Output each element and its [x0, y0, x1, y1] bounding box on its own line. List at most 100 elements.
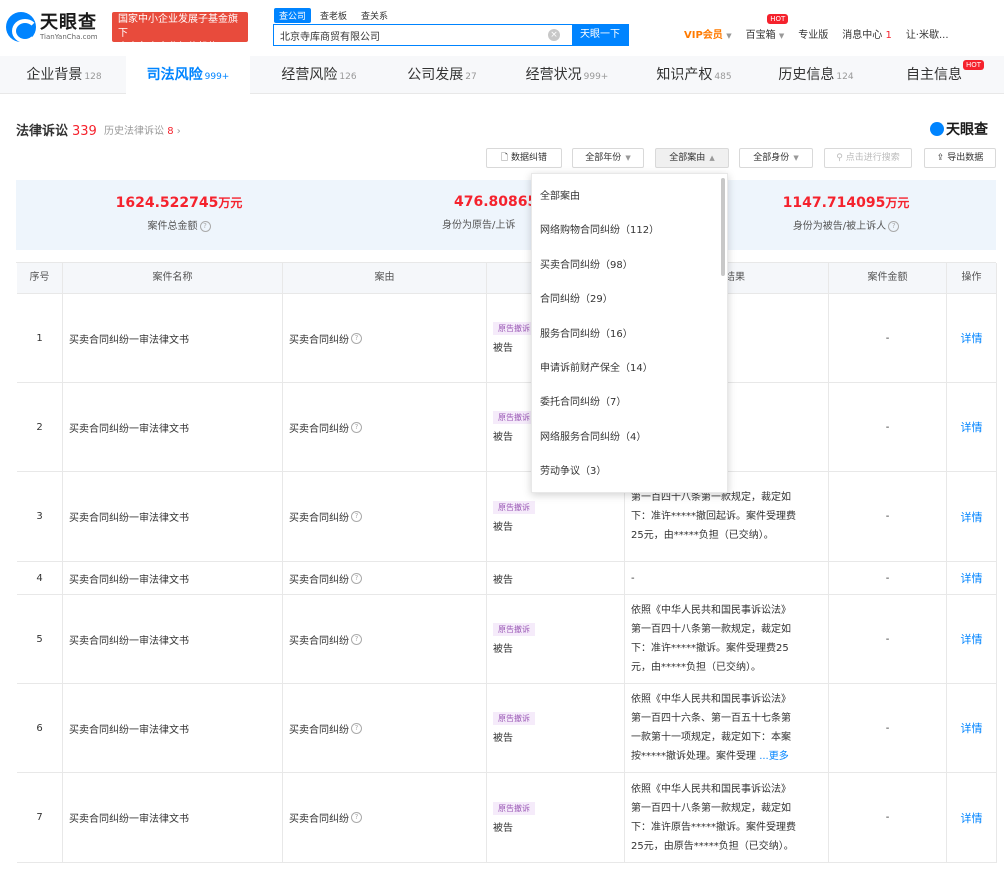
tab-judicial-risk[interactable]: 司法风险 999+: [126, 56, 250, 94]
table-row: 6 买卖合同纠纷一审法律文书 买卖合同纠纷? 原告撤诉 被告 依照《中华人民共和国民事诉讼…: [17, 684, 997, 773]
dropdown-item[interactable]: 合同纠纷（29）: [540, 290, 613, 305]
more-link[interactable]: ...更多: [759, 751, 789, 762]
cause-dropdown: 全部案由网络购物合同纠纷（112） 买卖合同纠纷（98） 合同纠纷（29） 服务合同纠…: [531, 173, 728, 493]
tab-company-background[interactable]: 企业背景 128: [14, 56, 114, 94]
status-badge: 原告撤诉: [493, 801, 535, 815]
tab-intellectual-property[interactable]: 知识产权 485: [642, 56, 746, 94]
col-case-name: 案件名称: [63, 263, 283, 293]
history-lawsuit-link[interactable]: 历史法律诉讼 8 ›: [104, 122, 181, 137]
lawsuit-table: 序号 案件名称 案由 在 结果 案件金额 操作 1买卖合同纠纷一审法律文书买卖合…: [16, 262, 997, 863]
result-line: 依照《中华人民共和国民事诉讼法》: [631, 783, 791, 795]
table-search-input[interactable]: ⚲ 点击进行搜索: [824, 148, 912, 168]
case-cause: 买卖合同纠纷?: [283, 562, 487, 594]
help-icon[interactable]: ?: [351, 722, 362, 734]
table-header: 序号 案件名称 案由 在 结果 案件金额 操作: [17, 263, 997, 294]
logo-icon: [930, 122, 944, 136]
dropdown-item[interactable]: 买卖合同纠纷（98）: [540, 256, 633, 271]
identity-filter[interactable]: 全部身份 ▼: [739, 148, 813, 168]
help-icon[interactable]: ?: [351, 511, 362, 522]
dropdown-item[interactable]: 网络服务合同纠纷（4）: [540, 428, 646, 443]
user-menu[interactable]: 让·米歇...: [906, 26, 949, 41]
case-name[interactable]: 买卖合同纠纷一审法律文书: [63, 472, 283, 561]
detail-link[interactable]: 详情: [947, 595, 997, 683]
row-no: 4: [17, 562, 63, 594]
top-header: 天眼查 TianYanCha.com 国家中小企业发展子基金旗下 官方备案企业征…: [0, 0, 1004, 56]
case-name[interactable]: 买卖合同纠纷一审法律文书: [63, 684, 283, 772]
search-tab-boss[interactable]: 查老板: [315, 8, 352, 23]
dropdown-scrollbar[interactable]: [721, 178, 725, 276]
search-input[interactable]: [274, 25, 564, 45]
search-tab-company[interactable]: 查公司: [274, 8, 312, 23]
status-badge: 原告撤诉: [493, 322, 535, 335]
result-line: 25元，由*****负担（已交纳）。: [631, 530, 774, 541]
case-cause: 买卖合同纠纷?: [283, 294, 487, 382]
header-nav: VIP会员 ▼ 百宝箱 ▼ HOT 专业版 消息中心 1 让·米歇...: [684, 14, 963, 41]
detail-link[interactable]: 详情: [947, 472, 997, 561]
case-name[interactable]: 买卖合同纠纷一审法律文书: [63, 562, 283, 594]
case-result: 依照《中华人民共和国民事诉讼法》 第一百四十八条第一款规定，裁定如 下：准许****…: [625, 595, 829, 683]
detail-link[interactable]: 详情: [947, 773, 997, 862]
case-role: 原告撤诉 被告: [487, 595, 625, 683]
result-line: 第一百四十八条第一款规定，裁定如: [631, 492, 791, 503]
detail-link[interactable]: 详情: [947, 562, 997, 594]
export-button[interactable]: ⇪ 导出数据: [924, 148, 996, 168]
tab-company-development[interactable]: 公司发展 27: [392, 56, 492, 94]
help-icon[interactable]: ?: [351, 812, 362, 823]
clear-icon[interactable]: ×: [548, 29, 560, 41]
detail-link[interactable]: 详情: [947, 684, 997, 772]
col-cause: 案由: [283, 263, 487, 293]
detail-link[interactable]: 详情: [947, 294, 997, 382]
help-icon[interactable]: ?: [351, 633, 362, 645]
dropdown-item[interactable]: 委托合同纠纷（7）: [540, 393, 626, 408]
tab-history-info[interactable]: 历史信息 124: [766, 56, 866, 94]
official-badge: 国家中小企业发展子基金旗下 官方备案企业征信机构: [112, 12, 248, 53]
search-tab-relation[interactable]: 查关系: [356, 8, 393, 23]
search-button[interactable]: 天眼一下: [572, 25, 628, 45]
dropdown-item[interactable]: 网络购物合同纠纷（112）: [540, 221, 659, 236]
baibaoxiang-link[interactable]: 百宝箱 ▼ HOT: [746, 14, 789, 41]
tab-self-info[interactable]: 自主信息 HOT: [894, 56, 984, 94]
table-row: 3 买卖合同纠纷一审法律文书 买卖合同纠纷? 原告撤诉 被告 第一百四十八条第一款规定，裁…: [17, 472, 997, 562]
result-line: 元，由*****负担（已交纳）。: [631, 662, 761, 673]
search-type-tabs: 查公司 查老板 查关系: [274, 8, 393, 23]
result-line: 第一百四十八条第一款规定，裁定如: [631, 802, 791, 814]
year-filter[interactable]: 全部年份 ▼: [572, 148, 644, 168]
chevron-down-icon: ▼: [778, 32, 785, 40]
help-icon[interactable]: ?: [351, 421, 362, 433]
tianyancha-logo[interactable]: 天眼查 TianYanCha.com: [6, 12, 98, 43]
search-icon: ⚲: [836, 153, 843, 163]
detail-link[interactable]: 详情: [947, 383, 997, 471]
case-result: -: [625, 562, 829, 594]
result-line: 依照《中华人民共和国民事诉讼法》: [631, 694, 791, 705]
message-center-link[interactable]: 消息中心 1: [842, 26, 892, 41]
dropdown-item[interactable]: 全部案由: [540, 187, 580, 202]
help-icon[interactable]: ?: [351, 332, 362, 344]
case-name[interactable]: 买卖合同纠纷一审法律文书: [63, 773, 283, 862]
tab-operation-risk[interactable]: 经营风险 126: [264, 56, 374, 94]
table-row: 1买卖合同纠纷一审法律文书买卖合同纠纷?原告撤诉被告国民事诉讼法》一百五十七条第…: [17, 294, 997, 383]
data-error-button[interactable]: 🗋 数据纠错: [486, 148, 562, 168]
table-row: 4 买卖合同纠纷一审法律文书 买卖合同纠纷? 被告 - - 详情: [17, 562, 997, 595]
dropdown-item[interactable]: 申请诉前财产保全（14）: [540, 359, 653, 374]
case-name[interactable]: 买卖合同纠纷一审法律文书: [63, 595, 283, 683]
case-name[interactable]: 买卖合同纠纷一审法律文书: [63, 383, 283, 471]
vip-link[interactable]: VIP会员 ▼: [684, 26, 732, 41]
dropdown-item[interactable]: 服务合同纠纷（16）: [540, 325, 633, 340]
col-amount: 案件金额: [829, 263, 947, 293]
result-line: 下：准许原告*****撤诉。案件受理费: [631, 821, 796, 833]
dropdown-item[interactable]: 劳动争议（3）: [540, 462, 606, 477]
result-line: 下：准许*****撤诉。案件受理费25: [631, 643, 789, 654]
result-line: 按*****撤诉处理。案件受理: [631, 751, 756, 762]
help-icon[interactable]: ?: [199, 220, 211, 232]
case-name[interactable]: 买卖合同纠纷一审法律文书: [63, 294, 283, 382]
cause-filter[interactable]: 全部案由 ▲: [655, 148, 729, 168]
help-icon[interactable]: ?: [888, 220, 900, 232]
help-icon[interactable]: ?: [351, 572, 362, 584]
status-badge: 原告撤诉: [493, 411, 535, 424]
result-line: 第一百四十六条、第一百五十七条第: [631, 713, 791, 724]
pro-link[interactable]: 专业版: [798, 26, 828, 41]
hot-badge: HOT: [767, 14, 789, 24]
table-row: 5 买卖合同纠纷一审法律文书 买卖合同纠纷? 原告撤诉 被告 依照《中华人民共和国民事诉讼…: [17, 595, 997, 684]
col-op: 操作: [947, 263, 997, 293]
tab-business-status[interactable]: 经营状况 999+: [510, 56, 624, 94]
